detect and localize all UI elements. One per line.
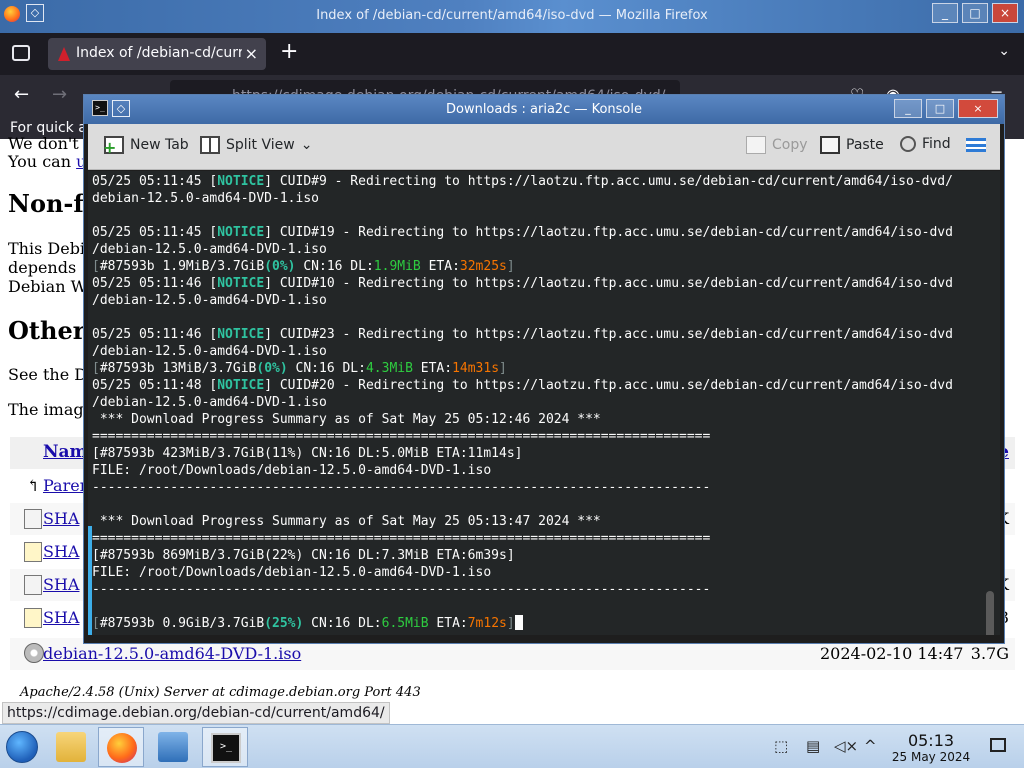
back-arrow-icon: ↰ [26,476,40,495]
file-link[interactable]: SHA [43,542,79,561]
maximize-button[interactable]: □ [926,99,954,118]
konsole-toolbar: New Tab Split View⌄ Copy Paste Find [88,124,1000,170]
volume-muted-icon[interactable]: ◁× [834,737,858,755]
show-desktop-button[interactable] [990,738,1006,752]
search-icon [900,136,916,152]
list-tabs-icon[interactable] [12,45,30,61]
start-menu-button[interactable] [6,731,38,763]
file-date: 2024-02-10 14:47 [820,644,964,663]
paste-button[interactable]: Paste [820,136,884,154]
new-tab-button[interactable]: New Tab [103,136,189,154]
firefox-tabbar: Index of /debian-cd/current/amd64/iso-dv… [0,33,1024,75]
close-button[interactable]: × [992,3,1018,23]
tab-close-icon[interactable]: × [245,44,258,63]
page-text-line: Debian W [8,277,88,296]
paste-icon [820,136,840,154]
signature-file-icon [24,542,42,562]
column-header-name[interactable]: Nam [43,442,88,462]
konsole-window: >_ ◇ Downloads : aria2c — Konsole _ □ × … [83,94,1005,644]
taskbar-system-settings[interactable] [150,727,196,767]
firefox-window-title: Index of /debian-cd/current/amd64/iso-dv… [316,8,708,23]
chevron-down-icon: ⌄ [300,137,313,153]
page-text-line: depends [8,258,77,277]
taskbar: >_ ⬚ ▤ ◁× ^ 05:13 25 May 2024 [0,724,1024,768]
signature-file-icon [24,608,42,628]
status-url: https://cdimage.debian.org/debian-cd/cur… [2,702,390,724]
maximize-button[interactable]: □ [962,3,988,23]
file-link[interactable]: SHA [43,608,79,627]
forward-icon[interactable]: → [52,84,67,105]
debian-favicon-icon [58,47,70,61]
split-view-icon [200,136,220,154]
copy-icon [746,136,766,154]
file-size: 3.7G [970,644,1009,663]
terminal-icon: >_ [211,733,241,763]
folder-icon [56,732,86,762]
disc-image-icon [24,643,44,663]
file-link[interactable]: SHA [43,509,79,528]
copy-button[interactable]: Copy [746,136,808,154]
text-file-icon [24,509,42,529]
server-signature: Apache/2.4.58 (Unix) Server at cdimage.d… [20,685,421,700]
page-text-line: This Debi [8,239,86,258]
iso-file-link[interactable]: debian-12.5.0-amd64-DVD-1.iso [43,644,301,663]
page-text-line: See the D [8,365,88,384]
taskbar-firefox[interactable] [98,727,144,767]
back-icon[interactable]: ← [14,84,29,105]
new-tab-icon [103,136,124,154]
firefox-titlebar: ◇ Index of /debian-cd/current/amd64/iso-… [0,0,1024,33]
clock[interactable]: 05:13 25 May 2024 [886,731,976,764]
page-text-line: You can u [8,152,87,171]
chevron-down-icon[interactable]: ⌄ [998,43,1010,59]
updates-icon[interactable]: ⬚ [774,737,788,755]
heading-nonfree: Non-f [8,189,84,218]
hamburger-menu-button[interactable] [966,138,986,152]
clock-time: 05:13 [907,731,955,750]
find-button[interactable]: Find [900,136,951,152]
firefox-icon [107,733,137,763]
tab-label: Index of /debian-cd/current/amd64/iso-dv… [76,45,242,61]
page-text-line: The image [8,400,94,419]
system-settings-icon [158,732,188,762]
konsole-window-title: Downloads : aria2c — Konsole [445,102,642,117]
terminal-output[interactable]: 05/25 05:11:45 [NOTICE] CUID#9 - Redirec… [88,171,1000,635]
konsole-titlebar[interactable]: >_ ◇ Downloads : aria2c — Konsole _ □ × [84,95,1004,124]
heading-other: Other [8,316,86,345]
taskbar-konsole[interactable]: >_ [202,727,248,767]
text-file-icon [24,575,42,595]
new-tab-button[interactable]: + [280,39,298,64]
minimize-button[interactable]: _ [932,3,958,23]
file-link[interactable]: SHA [43,575,79,594]
clipboard-icon[interactable]: ▤ [806,737,820,755]
terminal-scrollbar[interactable] [986,591,994,635]
chevron-up-icon[interactable]: ^ [864,737,877,755]
tab-debian-index[interactable]: Index of /debian-cd/current/amd64/iso-dv… [48,38,266,70]
terminal-cursor [514,615,523,630]
minimize-button[interactable]: _ [894,99,922,118]
activity-marker [88,526,92,635]
taskbar-file-manager[interactable] [48,727,94,767]
split-view-button[interactable]: Split View ⌄ [200,136,312,154]
page-text-line: We don't [8,134,79,153]
menu-icon [966,138,986,152]
close-button[interactable]: × [958,99,998,118]
clock-date: 25 May 2024 [891,750,971,764]
